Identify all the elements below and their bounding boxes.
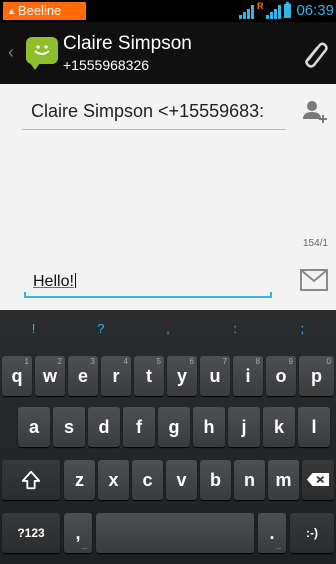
- carrier-label: ▲ Beeline: [3, 2, 86, 20]
- suggestion-strip: ! ? , : ;: [0, 310, 336, 346]
- attach-icon[interactable]: [302, 40, 328, 68]
- key-n[interactable]: n: [234, 460, 265, 500]
- text-cursor: [74, 273, 76, 288]
- key-g[interactable]: g: [158, 407, 190, 447]
- shift-arrow-icon: [21, 470, 41, 490]
- suggestion-item[interactable]: !: [19, 321, 49, 336]
- message-input[interactable]: Hello!: [24, 266, 272, 298]
- key-y[interactable]: 6y: [167, 356, 197, 396]
- key-m[interactable]: m: [268, 460, 299, 500]
- key-v[interactable]: v: [166, 460, 197, 500]
- key-w[interactable]: 2w: [35, 356, 65, 396]
- contact-name[interactable]: Claire Simpson: [63, 33, 192, 55]
- key-p[interactable]: 0p: [299, 356, 334, 396]
- signal-icon-2: [266, 4, 282, 19]
- suggestion-item[interactable]: ,: [153, 321, 183, 336]
- contact-number[interactable]: +1555968326: [63, 57, 149, 73]
- key-h[interactable]: h: [193, 407, 225, 447]
- status-icons: R 06:39: [238, 1, 334, 20]
- period-key[interactable]: . _: [258, 513, 286, 553]
- backspace-key[interactable]: [302, 460, 334, 500]
- status-bar: ▲ Beeline R 06:39: [0, 0, 336, 22]
- key-e[interactable]: 3e: [68, 356, 98, 396]
- status-time: 06:39: [296, 2, 334, 19]
- key-t[interactable]: 5t: [134, 356, 164, 396]
- key-d[interactable]: d: [88, 407, 120, 447]
- comma-key[interactable]: , _: [64, 513, 92, 553]
- key-l[interactable]: l: [298, 407, 330, 447]
- roaming-flag: R: [256, 1, 264, 11]
- recipient-field[interactable]: Claire Simpson <+15559683:: [22, 88, 286, 130]
- battery-icon: [284, 2, 292, 18]
- key-u[interactable]: 7u: [200, 356, 230, 396]
- key-i[interactable]: 8i: [233, 356, 263, 396]
- key-r[interactable]: 4r: [101, 356, 131, 396]
- suggestion-item[interactable]: ?: [86, 321, 116, 336]
- smiley-key[interactable]: :-): [290, 513, 334, 553]
- suggestion-item[interactable]: ;: [287, 321, 317, 336]
- key-f[interactable]: f: [123, 407, 155, 447]
- messaging-app-icon[interactable]: [26, 37, 58, 70]
- send-icon[interactable]: [300, 269, 328, 291]
- carrier-name: Beeline: [17, 3, 62, 18]
- char-counter: 154/1: [302, 238, 328, 249]
- suggestion-item[interactable]: :: [220, 321, 250, 336]
- key-s[interactable]: s: [53, 407, 85, 447]
- recipient-value: Claire Simpson <+15559683:: [31, 101, 265, 121]
- key-k[interactable]: k: [263, 407, 295, 447]
- key-c[interactable]: c: [132, 460, 163, 500]
- backspace-icon: [306, 473, 330, 486]
- add-contact-icon[interactable]: [302, 99, 328, 125]
- warning-triangle-icon: ▲: [7, 6, 16, 16]
- action-bar: ‹ Claire Simpson +1555968326: [0, 22, 336, 84]
- key-q[interactable]: 1q: [2, 356, 32, 396]
- signal-icon: [238, 4, 254, 19]
- key-o[interactable]: 9o: [266, 356, 296, 396]
- soft-keyboard: ! ? , : ; 1q 2w 3e 4r 5t 6y 7u 8i 9o 0p …: [0, 310, 336, 564]
- key-a[interactable]: a: [18, 407, 50, 447]
- compose-area: Claire Simpson <+15559683: 154/1 Hello!: [0, 84, 336, 310]
- space-key[interactable]: [96, 513, 254, 553]
- shift-key[interactable]: [2, 460, 60, 500]
- symbols-key[interactable]: ?123: [2, 513, 60, 553]
- smiley-face-icon: [34, 45, 50, 55]
- key-b[interactable]: b: [200, 460, 231, 500]
- back-chevron-icon[interactable]: ‹: [8, 42, 14, 63]
- message-value: Hello!: [33, 273, 74, 290]
- key-x[interactable]: x: [98, 460, 129, 500]
- key-j[interactable]: j: [228, 407, 260, 447]
- key-z[interactable]: z: [64, 460, 95, 500]
- message-text: Hello!: [33, 273, 76, 291]
